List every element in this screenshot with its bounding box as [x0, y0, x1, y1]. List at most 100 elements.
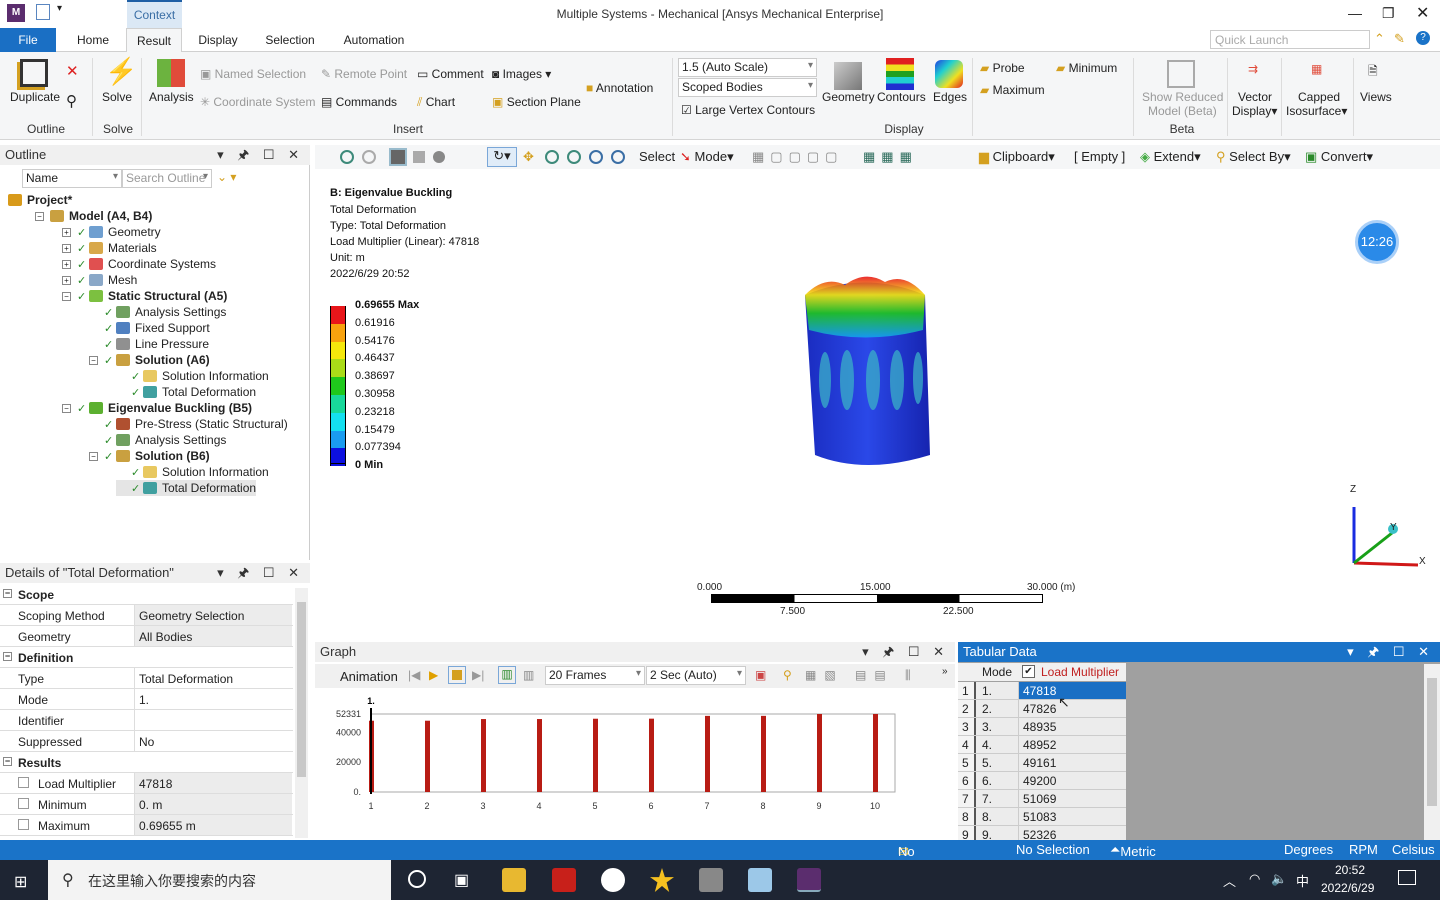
details-value[interactable]: Total Deformation	[134, 668, 292, 688]
tree-item[interactable]: ✓ Fixed Support	[89, 320, 210, 336]
search-options-icon[interactable]: ⌄ ▾	[217, 170, 236, 184]
details-row[interactable]: Scoping Method Geometry Selection	[0, 605, 293, 626]
scoped-bodies-select[interactable]: Scoped Bodies	[678, 78, 817, 97]
details-value[interactable]: 47818	[134, 773, 292, 793]
tree-item[interactable]: ✓ Analysis Settings	[89, 432, 226, 448]
views-button[interactable]: Views	[1360, 90, 1392, 104]
tray-expand-icon[interactable]: ︿	[1223, 871, 1236, 890]
table-row[interactable]: 3 3. 48935	[958, 718, 1126, 736]
commands-button[interactable]: ▤ Commands	[321, 95, 397, 109]
tab-selection[interactable]: Selection	[258, 28, 322, 52]
collapse-toggle-icon[interactable]: −	[3, 757, 12, 766]
clipboard-button[interactable]: ▆ Clipboard▾	[979, 149, 1055, 165]
taskbar-search-input[interactable]: 在这里输入你要搜索的内容	[48, 860, 391, 900]
tree-item[interactable]: ✓ Total Deformation	[116, 480, 257, 496]
cortana-icon[interactable]	[408, 870, 426, 888]
start-icon[interactable]: ⊞	[14, 872, 27, 892]
chart-button[interactable]: ⫽ Chart	[417, 95, 455, 110]
restore-button[interactable]: ❐	[1382, 5, 1395, 22]
cell-mode[interactable]: 5.	[982, 756, 992, 770]
close-button[interactable]: ✕	[1416, 3, 1429, 23]
comment-button[interactable]: ▭ Comment	[417, 67, 484, 81]
parameter-checkbox[interactable]	[18, 819, 29, 830]
extend-button[interactable]: ◈ Extend▾	[1140, 149, 1201, 165]
maximum-button[interactable]: ▰ Maximum	[980, 83, 1045, 97]
cell-mode[interactable]: 3.	[982, 720, 992, 734]
tree-item[interactable]: − ✓ Solution (A6)	[89, 352, 210, 368]
details-scrollbar[interactable]	[295, 588, 308, 838]
parameter-checkbox[interactable]	[18, 798, 29, 809]
cell-mode[interactable]: 4.	[982, 738, 992, 752]
cell-load-multiplier[interactable]: 49161	[1018, 754, 1126, 771]
expand-toggle-icon[interactable]: −	[89, 355, 98, 365]
tree-item[interactable]: − ✓ Eigenvalue Buckling (B5)	[62, 400, 252, 416]
select-by-button[interactable]: ⚲ Select By▾	[1216, 149, 1291, 165]
app-icon-ring[interactable]	[601, 868, 625, 892]
next-frame-icon[interactable]: ▶|	[472, 668, 484, 682]
previous-frame-icon[interactable]: |◀	[408, 668, 420, 682]
cell-mode[interactable]: 7.	[982, 792, 992, 806]
details-value[interactable]: No	[134, 731, 292, 751]
temperature-unit[interactable]: Celsius	[1392, 842, 1435, 857]
angle-unit[interactable]: Degrees	[1284, 842, 1333, 857]
details-row[interactable]: Minimum 0. m	[0, 794, 293, 815]
tree-item[interactable]: − ✓ Solution (B6)	[89, 448, 210, 464]
load-multiplier-checkbox[interactable]: ✔	[1022, 665, 1035, 678]
outline-filter-select[interactable]: Name	[22, 169, 122, 188]
graphics-viewport[interactable]: B: Eigenvalue Buckling Total Deformation…	[315, 170, 1440, 640]
table-row[interactable]: 7 7. 51069	[958, 790, 1126, 808]
contours-button[interactable]: Contours	[877, 90, 926, 104]
box-zoom-icon[interactable]	[567, 150, 581, 164]
graph-tools-icons[interactable]: ▦▧ ▤▤ ⫼	[805, 668, 919, 683]
details-row[interactable]: Mode 1.	[0, 689, 293, 710]
help-icon[interactable]: ?	[1416, 31, 1430, 45]
cell-load-multiplier[interactable]: 48935	[1018, 718, 1126, 735]
tree-item[interactable]: + ✓ Coordinate Systems	[62, 256, 216, 272]
isosurface-button[interactable]: Isosurface▾	[1286, 104, 1347, 118]
result-sets-icon[interactable]: ▥	[523, 668, 534, 682]
table-row[interactable]: 4 4. 48952	[958, 736, 1126, 754]
panel-controls[interactable]: ▾ 🖈 ☐ ✕	[217, 146, 304, 168]
tree-item[interactable]: + ✓ Mesh	[62, 272, 137, 288]
expand-toggle-icon[interactable]: −	[62, 291, 71, 301]
ribbon-collapse-icon[interactable]: ⌃	[1374, 31, 1385, 47]
table-row[interactable]: 6 6. 49200	[958, 772, 1126, 790]
cell-mode[interactable]: 6.	[982, 774, 992, 788]
collapse-toggle-icon[interactable]: −	[3, 589, 12, 598]
expand-toggle-icon[interactable]: −	[35, 211, 44, 221]
mode-button[interactable]: ➘ Mode▾	[680, 149, 734, 165]
expand-toggle-icon[interactable]: −	[62, 403, 71, 413]
zoom-to-fit-icon[interactable]	[589, 150, 603, 164]
solve-button[interactable]: Solve	[102, 90, 132, 104]
panel-controls[interactable]: ▾ 🖈 ☐ ✕	[217, 564, 304, 586]
remote-point-button[interactable]: ✎ Remote Point	[321, 67, 407, 81]
minimum-button[interactable]: ▰ Minimum	[1056, 61, 1117, 75]
duplicate-button[interactable]: Duplicate	[10, 90, 60, 104]
tree-item[interactable]: + ✓ Geometry	[62, 224, 161, 240]
clock-badge[interactable]: 12:26	[1355, 220, 1399, 264]
details-row[interactable]: Geometry All Bodies	[0, 626, 293, 647]
cell-mode[interactable]: 1.	[982, 684, 992, 698]
table-row[interactable]: 2 2. 47826	[958, 700, 1126, 718]
coordinate-system-button[interactable]: ✳ Coordinate System	[200, 95, 315, 109]
tree-item[interactable]: ✓ Pre-Stress (Static Structural)	[89, 416, 288, 432]
parameter-checkbox[interactable]	[18, 777, 29, 788]
speed-unit[interactable]: RPM	[1349, 842, 1378, 857]
tab-file[interactable]: File	[0, 28, 56, 52]
details-row[interactable]: Type Total Deformation	[0, 668, 293, 689]
vector-button[interactable]: Vector	[1238, 90, 1272, 104]
zoom-out-icon[interactable]	[362, 150, 376, 164]
distributed-frames-icon[interactable]: ▥	[498, 666, 516, 684]
clock-time[interactable]: 20:52	[1335, 863, 1365, 877]
mechanical-taskbar-icon[interactable]	[797, 868, 821, 892]
delete-icon[interactable]: ✕	[66, 62, 79, 80]
panel-controls[interactable]: ▾ 🖈 ☐ ✕	[1347, 643, 1434, 665]
panel-controls[interactable]: ▾ 🖈 ☐ ✕	[862, 643, 949, 665]
edges-button[interactable]: Edges	[933, 90, 967, 104]
probe-button[interactable]: ▰ Probe	[980, 61, 1025, 75]
unit-system[interactable]: ⏶ Metric (m, kg, N, s, V, A)	[1110, 842, 1156, 919]
tree-item[interactable]: − Model (A4, B4)	[35, 208, 152, 224]
large-vertex-checkbox[interactable]: ☑ Large Vertex Contours	[681, 103, 815, 117]
find-icon[interactable]: ⚲	[66, 92, 77, 110]
ime-indicator[interactable]: 中	[1296, 871, 1309, 890]
